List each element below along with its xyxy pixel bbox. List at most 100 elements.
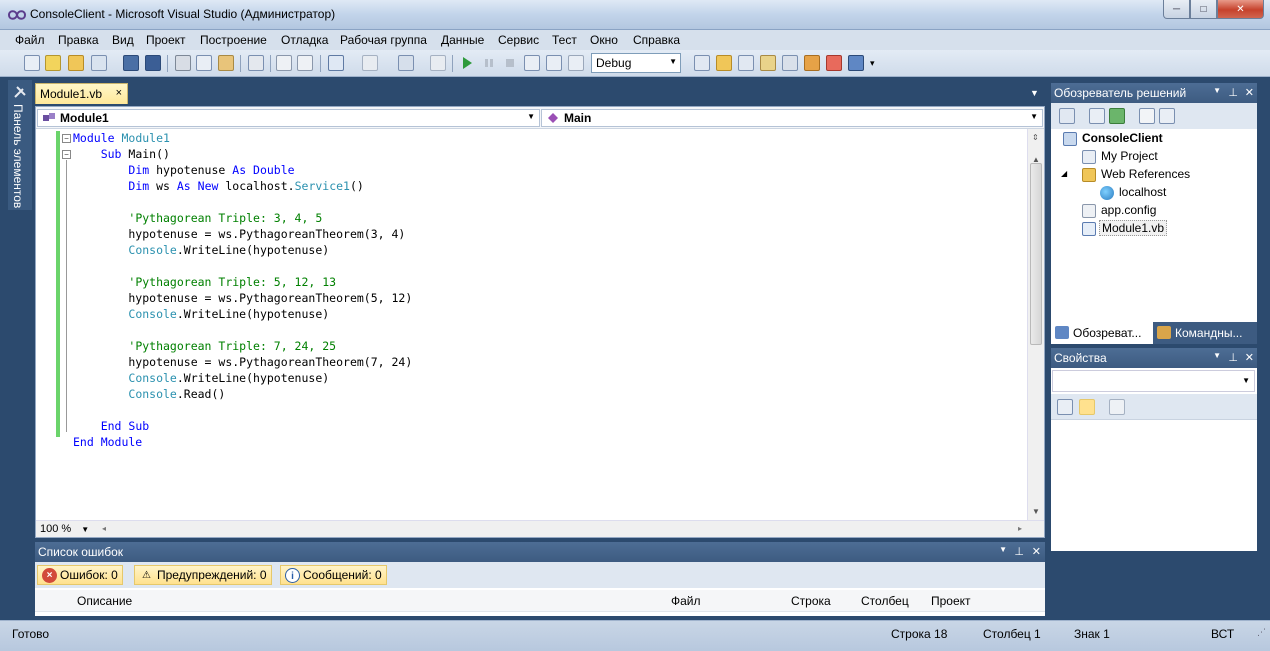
comment-icon[interactable]	[276, 55, 292, 71]
alphabetical-icon[interactable]	[1079, 399, 1095, 415]
panel-menu-icon[interactable]: ▼	[1213, 86, 1221, 95]
menu-project[interactable]: Проект	[146, 33, 186, 47]
find-in-files-icon[interactable]	[694, 55, 710, 71]
menu-edit[interactable]: Правка	[58, 33, 99, 47]
menu-tools[interactable]: Сервис	[498, 33, 539, 47]
column-description[interactable]: Описание	[77, 594, 132, 608]
close-icon[interactable]: ✕	[1245, 86, 1254, 99]
code-line[interactable]: Sub Main()	[73, 146, 412, 162]
column-file[interactable]: Файл	[671, 594, 701, 608]
code-line[interactable]: hypotenuse = ws.PythagoreanTheorem(5, 12…	[73, 290, 412, 306]
code-editor[interactable]: Module1 ▼ Main ▼ − − Module Module1 Sub …	[35, 106, 1045, 538]
code-line[interactable]: End Module	[73, 434, 412, 450]
code-line[interactable]: Console.WriteLine(hypotenuse)	[73, 370, 412, 386]
code-line[interactable]: 'Pythagorean Triple: 5, 12, 13	[73, 274, 412, 290]
tree-item-project[interactable]: ConsoleClient	[1063, 131, 1163, 148]
tree-item-localhost[interactable]: localhost	[1100, 185, 1166, 202]
close-icon[interactable]: ✕	[1032, 545, 1041, 558]
code-line[interactable]: 'Pythagorean Triple: 3, 4, 5	[73, 210, 412, 226]
class-name-combo[interactable]: Module1 ▼	[37, 109, 540, 127]
menu-help[interactable]: Справка	[633, 33, 680, 47]
stop-debugging-icon[interactable]	[502, 55, 518, 71]
code-line[interactable]: Console.Read()	[73, 386, 412, 402]
code-line[interactable]: 'Pythagorean Triple: 7, 24, 25	[73, 338, 412, 354]
code-line[interactable]: Console.WriteLine(hypotenuse)	[73, 242, 412, 258]
paste-icon[interactable]	[218, 55, 234, 71]
save-all-icon[interactable]	[145, 55, 161, 71]
tree-item-my-project[interactable]: My Project	[1082, 149, 1158, 166]
panel-menu-icon[interactable]: ▼	[1213, 351, 1221, 360]
add-new-item-icon[interactable]	[91, 55, 107, 71]
errors-filter-button[interactable]: × Ошибок: 0	[37, 565, 123, 585]
active-files-dropdown-icon[interactable]: ▼	[1030, 88, 1039, 98]
panel-menu-icon[interactable]: ▼	[999, 545, 1007, 554]
code-text[interactable]: Module Module1 Sub Main() Dim hypotenuse…	[73, 130, 412, 450]
expanded-arrow-icon[interactable]: ◢	[1061, 169, 1067, 178]
uncomment-icon[interactable]	[297, 55, 313, 71]
navigate-backward-icon[interactable]	[398, 55, 414, 71]
pin-icon[interactable]: ⊥	[1014, 545, 1024, 558]
warnings-filter-button[interactable]: ⚠ Предупреждений: 0	[134, 565, 272, 585]
menu-test[interactable]: Тест	[552, 33, 577, 47]
add-item-icon[interactable]	[45, 55, 61, 71]
navigate-forward-icon[interactable]	[430, 55, 446, 71]
maximize-button[interactable]: □	[1190, 0, 1217, 19]
property-pages-icon[interactable]	[1109, 399, 1125, 415]
close-window-button[interactable]: ✕	[1217, 0, 1264, 19]
menu-build[interactable]: Построение	[200, 33, 267, 47]
vertical-scrollbar[interactable]: ⇕ ▲ ▼	[1027, 129, 1044, 521]
object-browser-icon[interactable]	[760, 55, 776, 71]
properties-icon[interactable]	[1059, 108, 1075, 124]
refresh-icon[interactable]	[1109, 108, 1125, 124]
new-project-icon[interactable]	[24, 55, 40, 71]
error-list-icon[interactable]	[848, 55, 864, 71]
save-icon[interactable]	[123, 55, 139, 71]
pin-icon[interactable]: ⊥	[1228, 351, 1238, 364]
code-line[interactable]: Dim ws As New localhost.Service1()	[73, 178, 412, 194]
object-select[interactable]: ▼	[1052, 370, 1255, 392]
pin-icon[interactable]: ⊥	[1228, 86, 1238, 99]
toolbox-strip[interactable]: Панель элементов	[8, 80, 32, 210]
pause-icon[interactable]	[481, 55, 497, 71]
menu-team[interactable]: Рабочая группа	[340, 33, 427, 47]
tab-module1-vb[interactable]: Module1.vb ×	[35, 83, 128, 104]
start-debugging-icon[interactable]	[459, 55, 475, 71]
properties-window-icon[interactable]	[738, 55, 754, 71]
menu-debug[interactable]: Отладка	[281, 33, 328, 47]
copy-icon[interactable]	[196, 55, 212, 71]
minimize-button[interactable]: ─	[1163, 0, 1190, 19]
menu-window[interactable]: Окно	[590, 33, 618, 47]
menu-view[interactable]: Вид	[112, 33, 134, 47]
scroll-thumb[interactable]	[1030, 163, 1042, 345]
step-into-icon[interactable]	[524, 55, 540, 71]
column-column[interactable]: Столбец	[861, 594, 909, 608]
solution-configuration-select[interactable]: Debug ▼	[591, 53, 681, 73]
undo-icon[interactable]	[328, 55, 344, 71]
code-line[interactable]	[73, 402, 412, 418]
solution-explorer-icon[interactable]	[716, 55, 732, 71]
resize-grip-icon[interactable]: ⋰	[1257, 627, 1266, 647]
close-icon[interactable]: ✕	[1245, 351, 1254, 364]
column-line[interactable]: Строка	[791, 594, 831, 608]
close-tab-icon[interactable]: ×	[116, 87, 122, 99]
collapse-sub-icon[interactable]: −	[62, 150, 71, 159]
scroll-right-icon[interactable]: ▸	[1018, 524, 1022, 533]
class-diagram-icon[interactable]	[1159, 108, 1175, 124]
collapse-module-icon[interactable]: −	[62, 134, 71, 143]
tab-solution-explorer[interactable]: Обозреват...	[1051, 322, 1153, 344]
tree-item-module1-vb[interactable]: Module1.vb	[1082, 220, 1168, 238]
start-page-icon[interactable]	[804, 55, 820, 71]
split-view-icon[interactable]: ⇕	[1032, 133, 1039, 142]
code-line[interactable]	[73, 194, 412, 210]
scroll-left-icon[interactable]: ◂	[102, 524, 106, 533]
categorized-icon[interactable]	[1057, 399, 1073, 415]
menu-file[interactable]: Файл	[15, 33, 45, 47]
code-line[interactable]	[73, 258, 412, 274]
cut-icon[interactable]	[175, 55, 191, 71]
find-icon[interactable]	[248, 55, 264, 71]
redo-icon[interactable]	[362, 55, 378, 71]
code-line[interactable]: hypotenuse = ws.PythagoreanTheorem(3, 4)	[73, 226, 412, 242]
method-name-combo[interactable]: Main ▼	[541, 109, 1043, 127]
toolbox-icon[interactable]	[782, 55, 798, 71]
show-all-files-icon[interactable]	[1089, 108, 1105, 124]
